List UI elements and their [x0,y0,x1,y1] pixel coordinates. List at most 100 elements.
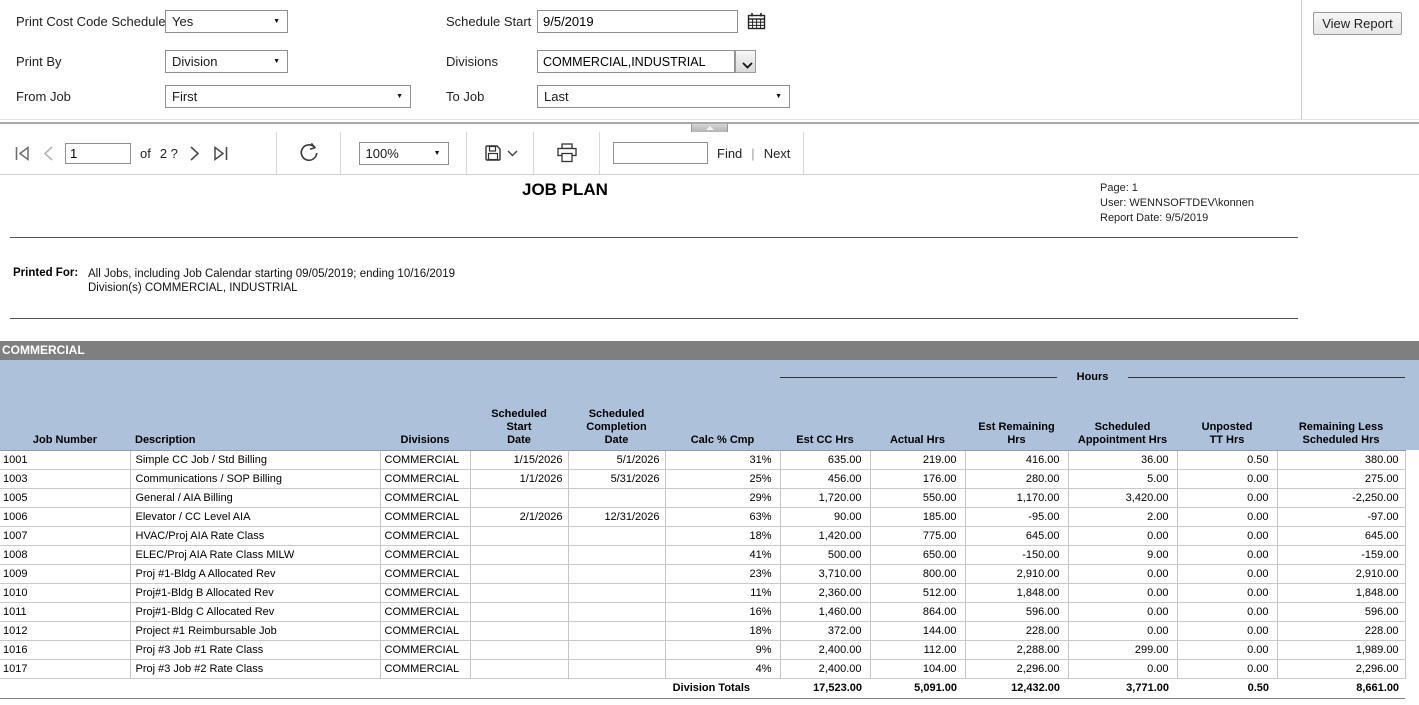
cell: 1,720.00 [780,488,870,507]
cell: 18% [665,526,780,545]
cell: 0.00 [1177,659,1277,678]
cell: 635.00 [780,450,870,469]
calendar-button[interactable] [747,12,766,31]
first-page-button[interactable] [13,145,32,162]
cell: 1005 [0,488,130,507]
previous-page-button[interactable] [41,145,56,162]
cell: 0.00 [1177,507,1277,526]
cell: 1,989.00 [1277,640,1405,659]
print-cost-code-schedule-select[interactable]: Yes ▼ [165,10,288,33]
next-page-button[interactable] [187,145,202,162]
column-header: Est CC Hrs [780,394,870,450]
cell: 2,296.00 [1277,659,1405,678]
cell: 112.00 [870,640,965,659]
cell: 1016 [0,640,130,659]
table-row: 1009Proj #1-Bldg A Allocated RevCOMMERCI… [0,564,1405,583]
cell: 219.00 [870,450,965,469]
cell: 4% [665,659,780,678]
chevron-up-icon [706,126,714,130]
table-row: 1005General / AIA BillingCOMMERCIAL29%1,… [0,488,1405,507]
last-page-button[interactable] [211,145,230,162]
cell: 1008 [0,545,130,564]
zoom-select[interactable]: 100% ▼ [359,142,449,165]
refresh-icon [298,142,320,164]
cell: 0.00 [1177,640,1277,659]
table-row: 1011Proj#1-Bldg C Allocated RevCOMMERCIA… [0,602,1405,621]
cell: -159.00 [1277,545,1405,564]
cell: 104.00 [870,659,965,678]
cell: 1,420.00 [780,526,870,545]
table-row: 1007HVAC/Proj AIA Rate ClassCOMMERCIAL18… [0,526,1405,545]
cell: 2,400.00 [780,640,870,659]
cell: COMMERCIAL [380,640,470,659]
hours-group-label: Hours [1077,371,1109,384]
cell: COMMERCIAL [380,450,470,469]
cell: COMMERCIAL [380,564,470,583]
cell: 16% [665,602,780,621]
cell: 275.00 [1277,469,1405,488]
current-page-input[interactable] [65,143,131,164]
cell: 0.00 [1177,602,1277,621]
print-cost-code-schedule-label: Print Cost Code Schedule [16,14,166,29]
print-group [534,132,600,174]
total-value: 0.50 [1177,678,1277,698]
divisions-input[interactable] [537,50,735,73]
cell: 5/31/2026 [568,469,665,488]
cell: 0.00 [1177,488,1277,507]
export-group [467,132,534,174]
table-row: 1010Proj#1-Bldg B Allocated RevCOMMERCIA… [0,583,1405,602]
cell: 18% [665,621,780,640]
view-report-button[interactable]: View Report [1313,12,1402,35]
divisions-dropdown-button[interactable] [735,50,756,73]
find-group: Find | Next [600,132,804,174]
total-value: 8,661.00 [1277,678,1405,698]
table-row: 1008ELEC/Proj AIA Rate Class MILWCOMMERC… [0,545,1405,564]
to-job-select[interactable]: Last ▼ [537,85,790,108]
printed-for-line: Division(s) COMMERCIAL, INDUSTRIAL [88,281,455,295]
schedule-start-input[interactable] [537,10,738,33]
cell: 0.00 [1177,583,1277,602]
cell [470,545,568,564]
printed-for-text: All Jobs, including Job Calendar startin… [88,267,455,295]
column-header: Job Number [0,394,130,450]
cell [470,564,568,583]
division-totals-row: Division Totals17,523.005,091.0012,432.0… [0,678,1405,698]
cell: 23% [665,564,780,583]
cell: 228.00 [1277,621,1405,640]
refresh-button[interactable] [298,142,320,164]
cell: Proj #3 Job #2 Rate Class [130,659,380,678]
find-next-button[interactable]: Next [764,146,791,161]
cell: 380.00 [1277,450,1405,469]
cell: 0.00 [1177,545,1277,564]
report-date-text: Report Date: 9/5/2019 [1100,211,1254,226]
divider [1301,0,1302,119]
cell: COMMERCIAL [380,507,470,526]
select-value: 100% [366,146,399,161]
cell: COMMERCIAL [380,526,470,545]
save-export-button[interactable] [483,143,503,163]
print-by-select[interactable]: Division ▼ [165,50,288,73]
chevron-down-icon [742,62,753,69]
cell: 280.00 [965,469,1068,488]
column-header: Est Remaining Hrs [965,394,1068,450]
find-input[interactable] [613,142,708,164]
zoom-group: 100% ▼ [341,132,467,174]
parameter-splitter [0,119,1419,132]
chevron-down-icon[interactable] [507,150,518,157]
cell: 2,288.00 [965,640,1068,659]
cell [470,488,568,507]
cell: 2,400.00 [780,659,870,678]
printed-for-line: All Jobs, including Job Calendar startin… [88,267,455,281]
print-button[interactable] [556,143,578,163]
cell: 41% [665,545,780,564]
cell: 864.00 [870,602,965,621]
cell: Proj#1-Bldg B Allocated Rev [130,583,380,602]
cell: 5.00 [1068,469,1177,488]
from-job-select[interactable]: First ▼ [165,85,411,108]
cell: 596.00 [965,602,1068,621]
cell: 1001 [0,450,130,469]
find-button[interactable]: Find [717,146,742,161]
divisions-label: Divisions [446,54,498,69]
cell [568,659,665,678]
column-header: Unposted TT Hrs [1177,394,1277,450]
